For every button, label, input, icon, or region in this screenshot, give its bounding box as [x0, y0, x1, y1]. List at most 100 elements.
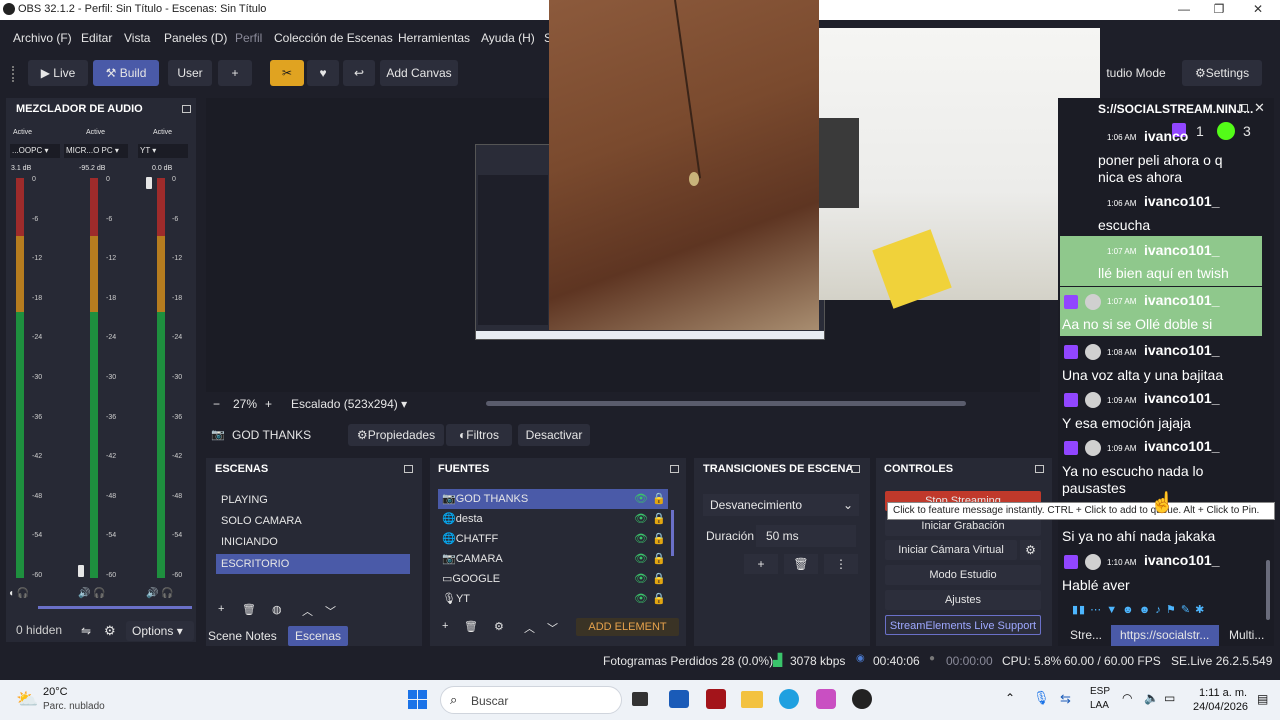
file-explorer-icon[interactable]: [741, 691, 763, 708]
virtual-camera-gear-icon[interactable]: ⚙: [1020, 540, 1041, 560]
volume-icon[interactable]: 🔈: [1144, 691, 1159, 705]
lock-icon[interactable]: 🔒: [652, 489, 666, 509]
channel-3-controls[interactable]: 🔊 🎧: [146, 588, 180, 599]
zoom-out-button[interactable]: −: [213, 397, 220, 411]
zoom-in-button[interactable]: +: [265, 397, 272, 411]
mixer-sliders-icon[interactable]: ⇋: [81, 624, 91, 638]
channel-1-controls[interactable]: ◖ 🎧: [8, 588, 30, 599]
scene-filter-icon[interactable]: ◍: [272, 603, 282, 616]
source-item-selected[interactable]: 📷GOD THANKS 👁 🔒: [438, 489, 668, 509]
studio-mode-control[interactable]: Modo Estudio: [885, 565, 1041, 585]
menu-archivo[interactable]: Archivo (F): [13, 31, 72, 45]
visibility-icon[interactable]: 👁: [634, 489, 648, 509]
properties-button[interactable]: ⚙Propiedades: [348, 424, 444, 446]
scissors-icon[interactable]: ✂: [270, 60, 304, 86]
add-transition-icon[interactable]: +: [744, 554, 778, 574]
menu-paneles[interactable]: Paneles (D): [164, 31, 227, 45]
weather-icon[interactable]: ⛅: [16, 689, 38, 710]
maximize-icon[interactable]: ❐: [1211, 2, 1227, 16]
weather-temp[interactable]: 20°C: [43, 686, 68, 698]
wifi-icon[interactable]: ◠: [1122, 691, 1132, 705]
add-canvas-button[interactable]: Add Canvas: [380, 60, 458, 86]
channel-1-select[interactable]: ...OOPC ▾: [10, 144, 60, 158]
virtual-camera-button[interactable]: Iniciar Cámara Virtual: [885, 540, 1017, 560]
obs-taskbar-icon[interactable]: [852, 689, 872, 709]
visibility-icon[interactable]: 👁: [634, 589, 648, 609]
add-button[interactable]: +: [218, 60, 252, 86]
tab-chat-1[interactable]: Stre...: [1070, 628, 1102, 642]
source-item[interactable]: 🎙YT 👁 🔒: [438, 589, 668, 609]
chat-emote-bar[interactable]: ▮▮ ⋯ ▼ ☻ ☻ ♪ ⚑ ✎ ✱: [1072, 603, 1258, 619]
lock-icon[interactable]: 🔒: [652, 529, 666, 549]
menu-perfil[interactable]: Perfil: [235, 31, 262, 45]
preview-scrollbar[interactable]: [486, 401, 966, 406]
scaling-select[interactable]: Escalado (523x294) ▾: [291, 397, 407, 411]
edge-icon[interactable]: [779, 689, 799, 709]
add-source-icon[interactable]: +: [442, 620, 448, 632]
source-item[interactable]: 🌐CHATFF 👁 🔒: [438, 529, 668, 549]
add-element-button[interactable]: ADD ELEMENT: [576, 618, 679, 636]
user-button[interactable]: User: [168, 60, 212, 86]
channel-2-select[interactable]: MICR...O PC ▾: [64, 144, 128, 158]
transition-type-select[interactable]: Desvanecimiento ⌄: [703, 494, 859, 516]
source-item[interactable]: 🌐desta 👁 🔒: [438, 509, 668, 529]
store-icon[interactable]: [669, 690, 689, 708]
mixer-gear-icon[interactable]: ⚙: [104, 623, 116, 639]
scene-item[interactable]: SOLO CAMARA: [216, 511, 410, 531]
lang-1[interactable]: ESP: [1090, 686, 1110, 697]
lock-icon[interactable]: 🔒: [652, 549, 666, 569]
duration-input[interactable]: 50 ms: [756, 525, 856, 547]
share-icon[interactable]: ↩: [343, 60, 375, 86]
tab-scene-notes[interactable]: Scene Notes: [208, 629, 277, 643]
visibility-icon[interactable]: 👁: [634, 529, 648, 549]
live-button[interactable]: ▶ Live: [28, 60, 88, 86]
studio-mode-button[interactable]: tudio Mode: [1098, 60, 1174, 86]
menu-coleccion[interactable]: Colección de Escenas: [274, 31, 393, 45]
lock-icon[interactable]: 🔒: [652, 589, 666, 609]
chat-dock-close-icon[interactable]: ✕: [1254, 100, 1265, 116]
lang-2[interactable]: LAA: [1090, 700, 1109, 711]
streamelements-support-button[interactable]: StreamElements Live Support: [885, 615, 1041, 635]
mixer-scrollbar[interactable]: [38, 606, 192, 609]
tray-chevron-icon[interactable]: ⌃: [1005, 691, 1015, 705]
app-shield-icon[interactable]: [706, 689, 726, 709]
source-gear-icon[interactable]: ⚙: [494, 620, 504, 633]
add-scene-icon[interactable]: +: [218, 603, 224, 615]
weather-desc[interactable]: Parc. nublado: [43, 701, 105, 712]
mixer-options-button[interactable]: Options ▾: [126, 621, 194, 641]
taskbar-search[interactable]: ⌕ Buscar: [440, 686, 622, 714]
menu-herramientas[interactable]: Herramientas: [398, 31, 470, 45]
channel-2-controls[interactable]: 🔊 🎧: [78, 588, 112, 599]
source-item[interactable]: 📷CAMARA 👁 🔒: [438, 549, 668, 569]
settings-control[interactable]: Ajustes: [885, 590, 1041, 610]
clock-time[interactable]: 1:11 a. m.: [1199, 687, 1247, 699]
filters-button[interactable]: ◐Filtros: [446, 424, 512, 446]
menu-ayuda[interactable]: Ayuda (H): [481, 31, 535, 45]
network-device-icon[interactable]: ⇆: [1060, 691, 1071, 707]
task-view-icon[interactable]: [632, 692, 648, 706]
tab-scenes[interactable]: Escenas: [288, 626, 348, 646]
tab-chat-2[interactable]: https://socialstr...: [1111, 625, 1219, 646]
tab-chat-3[interactable]: Multi...: [1229, 628, 1264, 642]
move-up-icon[interactable]: ︿: [302, 603, 313, 619]
delete-source-icon[interactable]: 🗑: [464, 620, 478, 633]
dock-float-icon[interactable]: [182, 105, 191, 113]
minimize-icon[interactable]: —: [1176, 2, 1192, 16]
chat-dock-float-icon[interactable]: [1239, 104, 1248, 112]
move-down-icon[interactable]: ﹀: [325, 603, 336, 619]
menu-editar[interactable]: Editar: [81, 31, 112, 45]
microphone-icon[interactable]: 🎙: [1033, 690, 1050, 706]
battery-icon[interactable]: ▭: [1164, 691, 1175, 705]
scene-item-selected[interactable]: ESCRITORIO: [216, 554, 410, 574]
sources-scrollbar[interactable]: [671, 510, 674, 556]
visibility-icon[interactable]: 👁: [634, 509, 648, 529]
clock-date[interactable]: 24/04/2026: [1193, 701, 1248, 713]
visibility-icon[interactable]: 👁: [634, 549, 648, 569]
scene-item[interactable]: PLAYING: [216, 490, 410, 510]
sources-dock-icon[interactable]: [670, 465, 679, 473]
channel-2-fader[interactable]: [78, 565, 84, 577]
settings-button[interactable]: ⚙Settings: [1182, 60, 1262, 86]
lock-icon[interactable]: 🔒: [652, 569, 666, 589]
heart-icon[interactable]: ♥: [307, 60, 339, 86]
chat-scrollbar[interactable]: [1266, 560, 1270, 620]
